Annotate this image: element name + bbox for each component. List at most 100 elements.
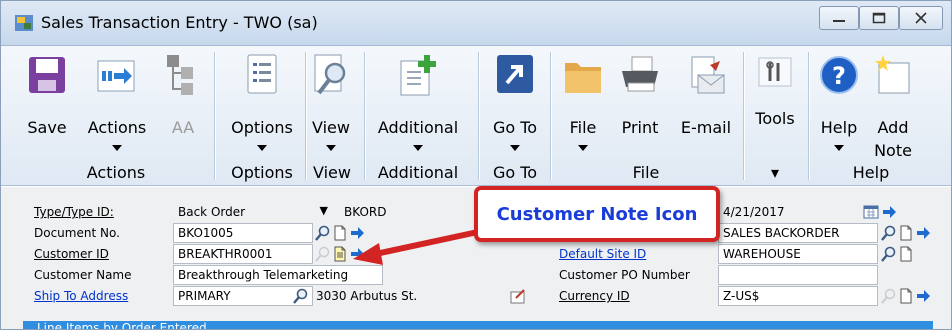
batch-expand-arrow-icon[interactable] xyxy=(915,225,931,241)
aa-label: AA xyxy=(171,118,195,137)
goto-arrow-icon xyxy=(497,55,533,93)
group-label-actions: Actions xyxy=(86,163,146,182)
save-label: Save xyxy=(27,118,67,137)
type-value: Back Order xyxy=(178,205,246,219)
tools-icon xyxy=(758,57,792,87)
minimize-button[interactable] xyxy=(819,6,859,30)
document-lookup-icon[interactable] xyxy=(315,225,331,241)
help-button[interactable]: ? Help xyxy=(813,51,865,151)
line-items-header-bar: Line Items by Order Entered xyxy=(23,321,933,330)
additional-button[interactable]: Additional xyxy=(369,51,467,151)
add-note-label-line2: Note xyxy=(874,141,912,160)
site-note-icon[interactable] xyxy=(898,246,914,262)
actions-dropdown-arrow-icon xyxy=(112,145,122,151)
type-id-field[interactable]: BKORD xyxy=(339,202,459,222)
email-button[interactable]: E-mail xyxy=(675,51,737,146)
aa-button[interactable]: AA xyxy=(163,51,203,146)
ribbon-separator xyxy=(214,52,215,180)
tools-group-arrow-icon[interactable]: ▾ xyxy=(749,163,801,182)
currency-id-field[interactable]: Z-US$ xyxy=(718,286,878,306)
print-button[interactable]: Print xyxy=(615,51,665,146)
document-no-field[interactable]: BKO1005 xyxy=(173,223,313,243)
ribbon-separator xyxy=(305,52,306,180)
batch-id-field[interactable]: SALES BACKORDER xyxy=(718,223,878,243)
default-site-field[interactable]: WAREHOUSE xyxy=(718,244,878,264)
add-note-icon xyxy=(875,55,910,94)
app-icon xyxy=(15,15,33,31)
goto-dropdown-arrow-icon xyxy=(510,145,520,151)
ship-to-lookup-icon[interactable] xyxy=(293,288,309,304)
additional-add-icon xyxy=(400,55,436,96)
email-icon xyxy=(691,56,725,94)
currency-expand-arrow-icon[interactable] xyxy=(915,288,931,304)
ship-to-field[interactable]: PRIMARY xyxy=(173,286,313,306)
customer-po-field[interactable] xyxy=(718,265,878,285)
view-label: View xyxy=(312,118,350,137)
tools-label: Tools xyxy=(755,109,795,128)
tools-button[interactable]: Tools xyxy=(749,51,801,146)
view-magnifier-icon xyxy=(314,54,346,95)
form-row-ship-to: Ship To Address PRIMARY 3030 Arbutus St.… xyxy=(1,286,951,307)
site-lookup-icon[interactable] xyxy=(881,246,897,262)
type-label: Type/Type ID: xyxy=(34,205,114,219)
save-icon xyxy=(29,57,65,93)
additional-dropdown-arrow-icon xyxy=(413,145,423,151)
options-button[interactable]: Options xyxy=(226,51,298,151)
maximize-button[interactable] xyxy=(859,6,899,30)
calendar-icon[interactable] xyxy=(863,204,879,220)
customer-name-label: Customer Name xyxy=(34,268,132,282)
ship-to-address-label[interactable]: Ship To Address xyxy=(34,289,128,303)
aa-hierarchy-icon xyxy=(167,55,193,95)
customer-id-field[interactable]: BREAKTHR0001 xyxy=(173,244,313,264)
print-label: Print xyxy=(621,118,659,137)
file-dropdown-arrow-icon xyxy=(578,145,588,151)
type-select[interactable]: Back Order ▼ xyxy=(173,202,333,222)
customer-id-label[interactable]: Customer ID xyxy=(34,247,109,261)
currency-note-icon[interactable] xyxy=(898,288,914,304)
callout-text: Customer Note Icon xyxy=(496,203,698,225)
options-label: Options xyxy=(231,118,293,137)
group-label-options: Options xyxy=(231,163,293,182)
default-site-label[interactable]: Default Site ID xyxy=(559,247,646,261)
add-note-label-line1: Add xyxy=(877,118,909,137)
additional-label: Additional xyxy=(377,118,459,137)
type-dropdown-arrow-icon[interactable]: ▼ xyxy=(320,204,328,217)
actions-label: Actions xyxy=(87,118,147,137)
document-no-label: Document No. xyxy=(34,226,120,240)
file-label: File xyxy=(569,118,597,137)
add-note-button[interactable]: Add Note xyxy=(867,51,919,160)
group-label-additional: Additional xyxy=(377,163,459,182)
customer-note-icon-callout: Customer Note Icon xyxy=(474,186,720,242)
group-label-file: File xyxy=(632,163,660,182)
email-label: E-mail xyxy=(680,118,732,137)
ribbon-separator xyxy=(808,52,809,180)
view-dropdown-arrow-icon xyxy=(326,145,336,151)
close-button[interactable] xyxy=(899,6,943,30)
date-expand-arrow-icon[interactable] xyxy=(881,204,897,220)
group-label-view: View xyxy=(313,163,351,182)
batch-note-icon[interactable] xyxy=(898,225,914,241)
view-button[interactable]: View xyxy=(309,51,353,151)
ribbon-separator xyxy=(364,52,365,180)
customer-lookup-icon[interactable] xyxy=(315,246,331,262)
document-date-field[interactable]: 4/21/2017 xyxy=(718,202,848,222)
actions-button[interactable]: Actions xyxy=(83,51,151,151)
ship-to-edit-icon[interactable] xyxy=(510,288,526,304)
save-button[interactable]: Save xyxy=(25,51,69,146)
goto-button[interactable]: Go To xyxy=(485,51,545,151)
goto-label: Go To xyxy=(492,118,538,137)
currency-id-label[interactable]: Currency ID xyxy=(559,289,630,303)
ribbon-toolbar: Save Actions AA Options View Additional … xyxy=(1,46,951,186)
printer-icon xyxy=(622,56,658,92)
batch-lookup-icon[interactable] xyxy=(881,225,897,241)
ribbon-separator xyxy=(550,52,551,180)
sales-transaction-entry-window: Sales Transaction Entry - TWO (sa) Save xyxy=(0,0,952,330)
file-button[interactable]: File xyxy=(561,51,605,151)
currency-lookup-icon[interactable] xyxy=(881,288,897,304)
help-dropdown-arrow-icon xyxy=(834,145,844,151)
minimize-icon xyxy=(833,20,845,22)
window-title: Sales Transaction Entry - TWO (sa) xyxy=(41,13,318,32)
ribbon-separator xyxy=(478,52,479,180)
group-label-goto: Go To xyxy=(492,163,538,182)
line-items-header-text: Line Items by Order Entered xyxy=(37,321,207,330)
